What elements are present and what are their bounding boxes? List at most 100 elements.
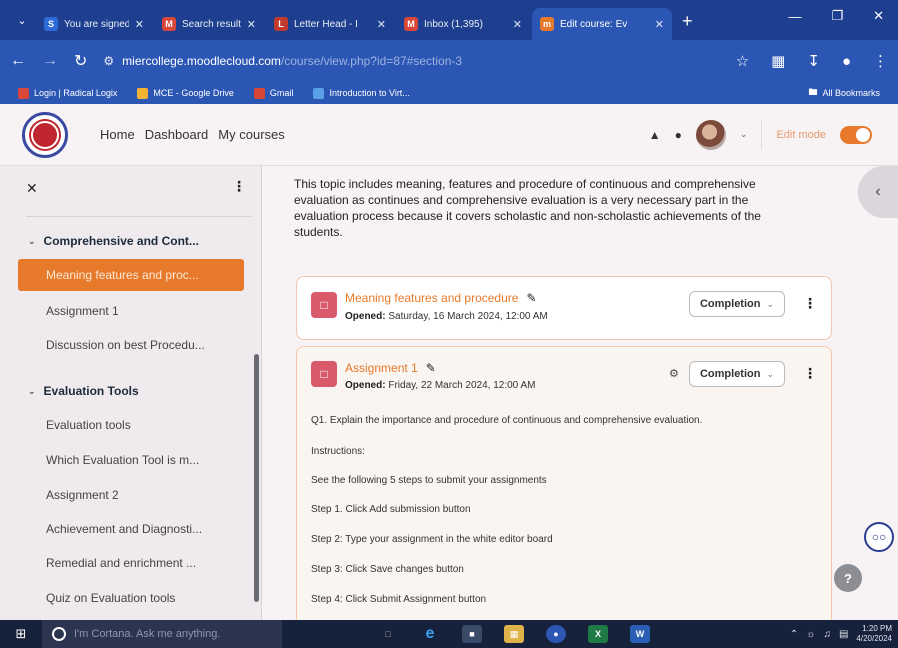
bookmark-radical-logix[interactable]: Login | Radical Logix bbox=[18, 87, 117, 99]
edit-mode-label: Edit mode bbox=[776, 128, 826, 141]
restore-icon[interactable]: ❐ bbox=[831, 8, 843, 24]
bookmark-intro-virt[interactable]: Introduction to Virt... bbox=[313, 87, 410, 99]
page-resource-icon: □ bbox=[311, 292, 337, 318]
activity-link[interactable]: Assignment 1 bbox=[345, 361, 418, 375]
more-options-icon[interactable]: ⋮ bbox=[232, 178, 246, 195]
question-icon: ? bbox=[844, 570, 852, 586]
chrome-icon[interactable]: ● bbox=[546, 625, 566, 643]
reload-icon[interactable]: ↻ bbox=[74, 51, 87, 71]
windows-start-icon[interactable]: ⊞ bbox=[0, 626, 42, 642]
minimize-icon[interactable]: — bbox=[788, 9, 801, 24]
help-button[interactable]: ? bbox=[834, 564, 862, 592]
back-icon[interactable]: ← bbox=[10, 52, 26, 70]
bookmark-google-drive[interactable]: MCE - Google Drive bbox=[137, 87, 234, 99]
assignment-instruction: See the following 5 steps to submit your… bbox=[311, 475, 547, 486]
activity-card-assignment-1: □ Assignment 1 ✎ Opened: Friday, 22 Marc… bbox=[296, 346, 832, 620]
file-explorer-icon[interactable]: ▦ bbox=[504, 625, 524, 643]
activity-actions-icon[interactable]: ⋮ bbox=[803, 295, 817, 312]
system-clock[interactable]: 1:20 PM 4/20/2024 bbox=[856, 624, 892, 644]
window-controls: — ❐ ✕ bbox=[788, 0, 898, 32]
activity-actions-icon[interactable]: ⋮ bbox=[803, 365, 817, 382]
store-icon[interactable]: ■ bbox=[462, 625, 482, 643]
bookmark-favicon-icon bbox=[313, 87, 325, 99]
download-icon[interactable]: ↧ bbox=[807, 52, 820, 70]
nav-my-courses[interactable]: My courses bbox=[218, 127, 284, 142]
address-bar: ← → ↻ ⚙ miercollege.moodlecloud.com/cour… bbox=[0, 40, 898, 82]
sidebar-scrollbar[interactable] bbox=[254, 354, 259, 602]
group-mode-icon[interactable]: ⚙ bbox=[669, 367, 679, 380]
course-index-drawer: ✕ ⋮ ⌄ Comprehensive and Cont... Meaning … bbox=[0, 166, 262, 620]
url-host: miercollege.moodlecloud.com bbox=[122, 54, 281, 68]
activity-opened: Opened: Saturday, 16 March 2024, 12:00 A… bbox=[345, 311, 548, 322]
tab-favicon-icon: L bbox=[274, 17, 288, 31]
action-center-icon[interactable]: ▤ bbox=[839, 629, 848, 640]
sidebar-item-which-tool[interactable]: Which Evaluation Tool is m... bbox=[46, 453, 199, 467]
sidebar-item-meaning-features[interactable]: Meaning features and proc... bbox=[18, 259, 244, 291]
forward-icon[interactable]: → bbox=[42, 52, 58, 70]
close-drawer-icon[interactable]: ✕ bbox=[26, 180, 38, 197]
sidebar-item-assignment-1[interactable]: Assignment 1 bbox=[46, 304, 119, 318]
gmail-icon: M bbox=[404, 17, 418, 31]
word-icon[interactable]: W bbox=[630, 625, 650, 643]
star-icon[interactable]: ☆ bbox=[736, 52, 749, 70]
notification-bell-icon[interactable]: ▲ bbox=[649, 128, 661, 142]
edge-icon[interactable]: e bbox=[420, 625, 440, 643]
tab-edit-course[interactable]: m Edit course: Ev ✕ bbox=[532, 8, 672, 40]
edit-pencil-icon[interactable]: ✎ bbox=[526, 291, 536, 305]
cortana-search[interactable]: I'm Cortana. Ask me anything. bbox=[42, 620, 282, 648]
edit-mode-toggle[interactable] bbox=[840, 125, 872, 144]
volume-icon[interactable]: ♫ bbox=[823, 629, 831, 640]
sidebar-item-discussion[interactable]: Discussion on best Procedu... bbox=[46, 338, 205, 352]
tray-chevron-up-icon[interactable]: ⌃ bbox=[790, 629, 798, 640]
task-view-icon[interactable]: □ bbox=[378, 625, 398, 643]
chevron-down-icon[interactable]: ⌄ bbox=[740, 129, 748, 140]
url-field[interactable]: ⚙ miercollege.moodlecloud.com/course/vie… bbox=[103, 46, 719, 76]
cortana-icon bbox=[52, 627, 66, 641]
chevron-left-icon: ‹ bbox=[875, 183, 881, 200]
nav-home[interactable]: Home bbox=[100, 127, 135, 142]
completion-dropdown[interactable]: Completion ⌄ bbox=[689, 361, 785, 387]
section-evaluation-tools[interactable]: ⌄ Evaluation Tools bbox=[28, 384, 139, 398]
network-icon[interactable]: ☼ bbox=[806, 629, 815, 640]
google-drive-icon bbox=[137, 87, 149, 99]
messages-icon[interactable]: ● bbox=[675, 128, 682, 142]
chat-bot-button[interactable]: ○○ bbox=[864, 522, 894, 552]
divider bbox=[761, 119, 763, 150]
edit-pencil-icon[interactable]: ✎ bbox=[426, 361, 436, 375]
sidebar-item-achievement[interactable]: Achievement and Diagnosti... bbox=[46, 522, 202, 536]
tab-close-icon[interactable]: ✕ bbox=[247, 18, 256, 31]
sidebar-item-evaluation-tools[interactable]: Evaluation tools bbox=[46, 418, 131, 432]
sidebar-item-assignment-2[interactable]: Assignment 2 bbox=[46, 488, 119, 502]
section-comprehensive[interactable]: ⌄ Comprehensive and Cont... bbox=[28, 234, 199, 248]
sidebar-item-remedial[interactable]: Remedial and enrichment ... bbox=[46, 556, 196, 570]
tab-you-are-signed[interactable]: S You are signed ✕ bbox=[36, 8, 152, 40]
browser-menu-icon[interactable]: ⋮ bbox=[873, 52, 888, 70]
section-summary: This topic includes meaning, features an… bbox=[294, 177, 761, 239]
nav-dashboard[interactable]: Dashboard bbox=[145, 127, 209, 142]
bookmark-gmail[interactable]: Gmail bbox=[253, 87, 293, 99]
user-avatar[interactable] bbox=[695, 119, 726, 150]
tab-search-icon[interactable]: ⌄ bbox=[8, 6, 36, 34]
tab-close-icon[interactable]: ✕ bbox=[655, 18, 664, 31]
tab-letter-head[interactable]: L Letter Head - I ✕ bbox=[266, 8, 394, 40]
completion-dropdown[interactable]: Completion ⌄ bbox=[689, 291, 785, 317]
assignment-step: Step 3: Click Save changes button bbox=[311, 564, 464, 575]
open-block-drawer-button[interactable]: ‹ bbox=[858, 166, 898, 218]
activity-opened: Opened: Friday, 22 March 2024, 12:00 AM bbox=[345, 380, 536, 391]
profile-icon[interactable]: ● bbox=[842, 53, 851, 70]
all-bookmarks[interactable]: 🖿 All Bookmarks bbox=[808, 85, 880, 101]
close-window-icon[interactable]: ✕ bbox=[873, 8, 884, 24]
sidebar-item-quiz[interactable]: Quiz on Evaluation tools bbox=[46, 591, 175, 605]
site-header: Home Dashboard My courses ▲ ● ⌄ Edit mod… bbox=[0, 104, 898, 166]
new-tab-icon[interactable]: + bbox=[682, 11, 693, 32]
excel-icon[interactable]: X bbox=[588, 625, 608, 643]
tab-search-results[interactable]: M Search results ✕ bbox=[154, 8, 264, 40]
college-logo[interactable] bbox=[22, 111, 68, 158]
site-settings-icon[interactable]: ⚙ bbox=[103, 54, 114, 68]
tab-close-icon[interactable]: ✕ bbox=[377, 18, 386, 31]
extensions-icon[interactable]: ▦ bbox=[771, 52, 785, 70]
tab-close-icon[interactable]: ✕ bbox=[135, 18, 144, 31]
tab-close-icon[interactable]: ✕ bbox=[513, 18, 522, 31]
tab-inbox[interactable]: M Inbox (1,395) ✕ bbox=[396, 8, 530, 40]
activity-link[interactable]: Meaning features and procedure bbox=[345, 291, 518, 305]
